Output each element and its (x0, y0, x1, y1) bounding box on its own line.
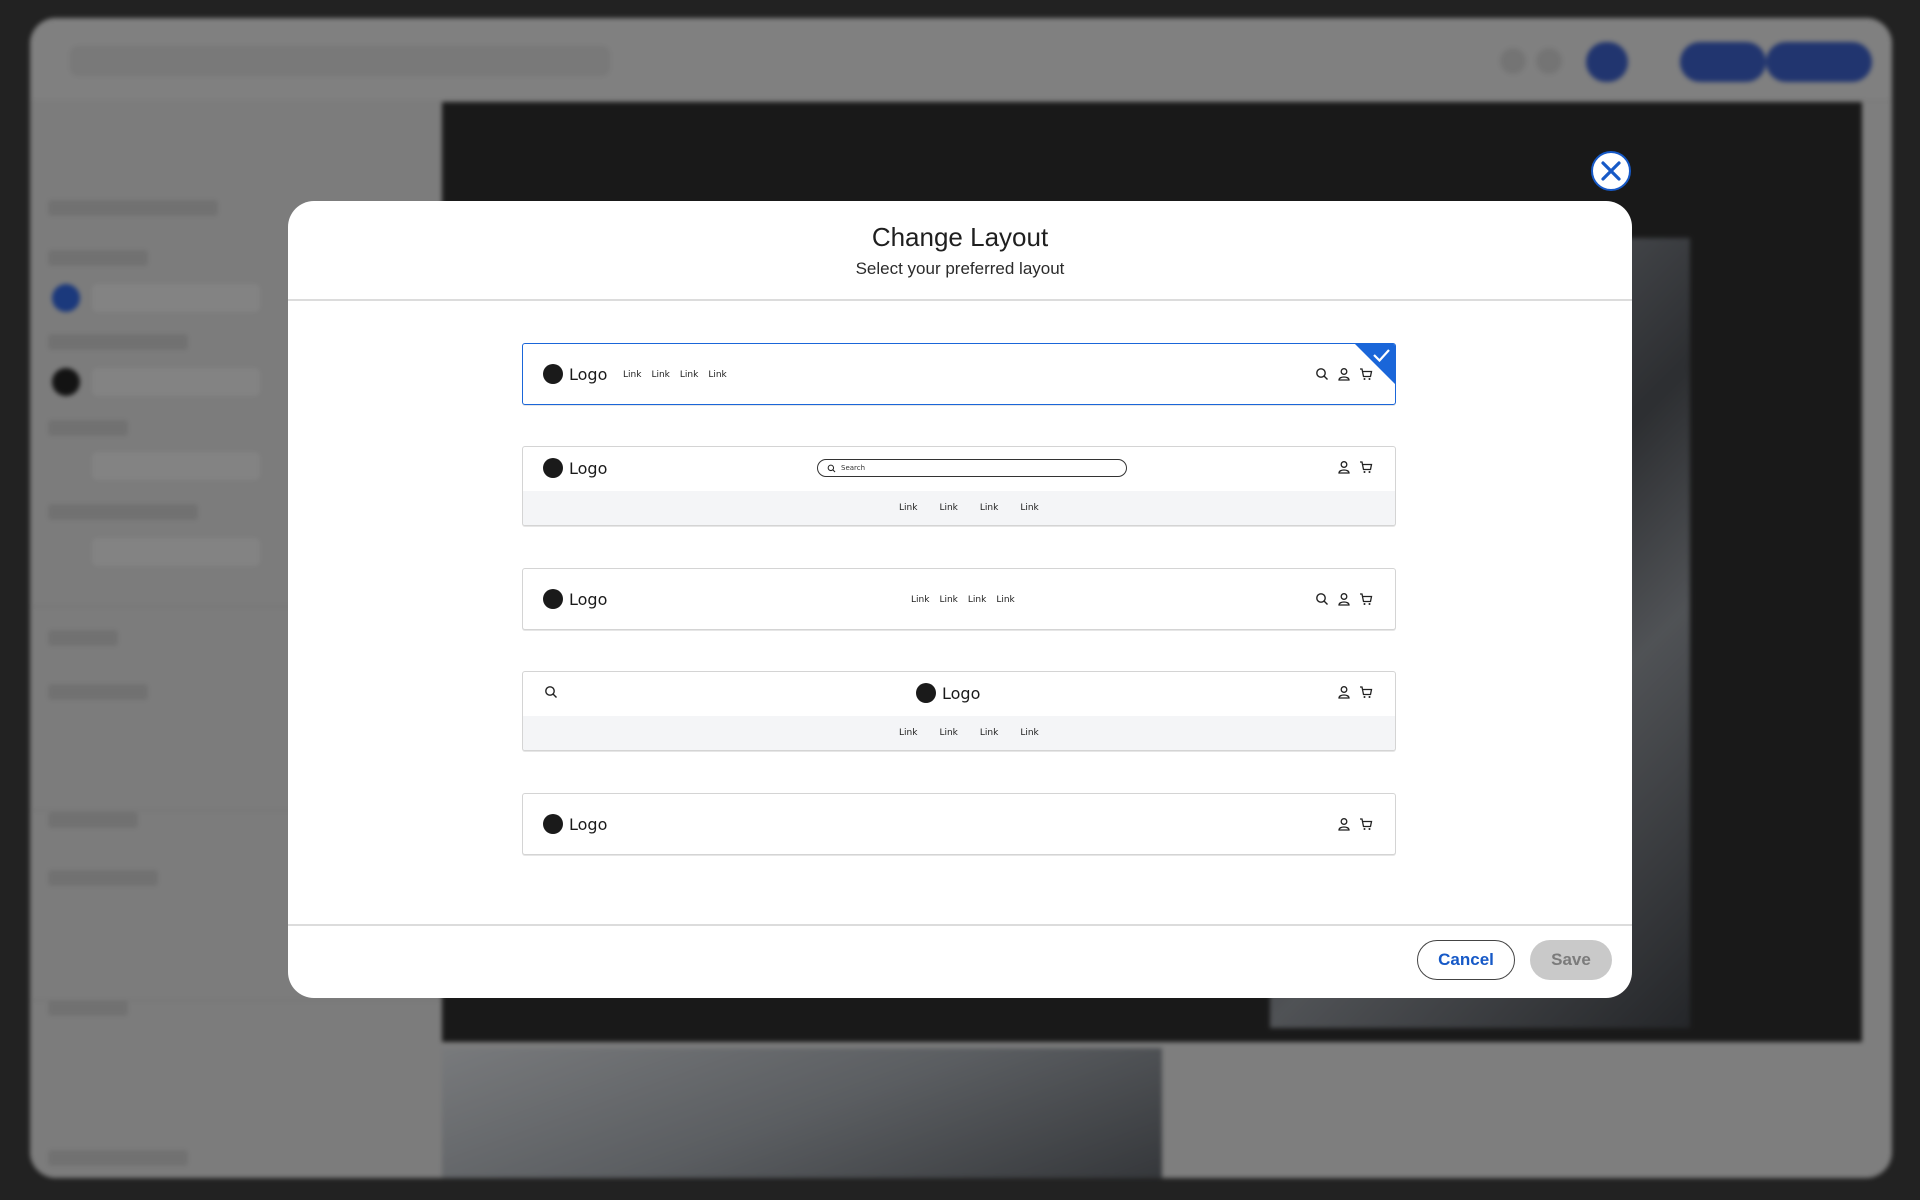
dialog-header: Change Layout Select your preferred layo… (288, 201, 1632, 301)
nav-strip: Link Link Link Link (523, 491, 1395, 525)
logo: Logo (916, 683, 980, 703)
nav-strip: Link Link Link Link (523, 716, 1395, 750)
layout-option-4[interactable]: Logo Link Link Link Link (522, 671, 1396, 751)
nav-link: Link (623, 370, 642, 380)
nav-link: Link (939, 595, 958, 605)
layout-option-2[interactable]: Logo Search Link Link Link Link (522, 446, 1396, 526)
search-placeholder: Search (841, 464, 866, 472)
search-icon (1316, 593, 1328, 605)
nav-link: Link (1020, 503, 1039, 513)
logo-mark-icon (543, 458, 563, 478)
logo-mark-icon (543, 814, 563, 834)
logo-mark-icon (543, 364, 563, 384)
nav-link: Link (708, 370, 727, 380)
cart-icon (1360, 686, 1373, 698)
cancel-button[interactable]: Cancel (1417, 940, 1515, 980)
layout-option-5[interactable]: Logo (522, 793, 1396, 855)
layout-option-1[interactable]: Logo Link Link Link Link (522, 343, 1396, 405)
cart-icon (1360, 818, 1373, 830)
nav-link: Link (939, 503, 958, 513)
logo: Logo (543, 364, 607, 384)
user-icon (1338, 368, 1350, 381)
user-icon (1338, 461, 1350, 474)
logo: Logo (543, 589, 607, 609)
logo-mark-icon (916, 683, 936, 703)
nav-links: Link Link Link Link (899, 728, 1039, 738)
save-button[interactable]: Save (1530, 940, 1612, 980)
user-icon (1338, 818, 1350, 831)
logo-text: Logo (569, 364, 608, 384)
logo: Logo (543, 814, 607, 834)
nav-link: Link (1020, 728, 1039, 738)
logo: Logo (543, 458, 607, 478)
nav-links: Link Link Link Link (899, 503, 1039, 513)
nav-link: Link (651, 370, 670, 380)
dialog-title: Change Layout (871, 222, 1049, 252)
layout-option-3[interactable]: Logo Link Link Link Link (522, 568, 1396, 630)
nav-link: Link (939, 728, 958, 738)
nav-link: Link (996, 595, 1015, 605)
dialog-footer: Cancel Save (288, 924, 1632, 998)
search-icon (545, 686, 557, 698)
search-bar: Search (817, 459, 1127, 477)
close-button[interactable] (1591, 151, 1631, 191)
nav-links: Link Link Link Link (623, 370, 727, 380)
nav-link: Link (911, 595, 930, 605)
cart-icon (1360, 461, 1373, 473)
nav-link: Link (899, 503, 918, 513)
nav-link: Link (899, 728, 918, 738)
dialog-subtitle: Select your preferred layout (855, 259, 1065, 278)
user-icon (1338, 686, 1350, 699)
nav-link: Link (967, 595, 987, 605)
header-icons (1337, 685, 1373, 699)
search-icon (1316, 368, 1328, 380)
change-layout-dialog: Change Layout Select your preferred layo… (288, 201, 1632, 998)
logo-text: Logo (569, 458, 608, 478)
nav-link: Link (979, 503, 999, 513)
cart-icon (1360, 593, 1373, 605)
header-icons (1337, 460, 1373, 474)
logo-text: Logo (569, 814, 608, 834)
selected-check-icon (1355, 344, 1395, 384)
nav-links: Link Link Link Link (911, 595, 1015, 605)
logo-mark-icon (543, 589, 563, 609)
nav-link: Link (979, 728, 999, 738)
search-icon (827, 464, 836, 472)
logo-text: Logo (942, 683, 981, 703)
close-icon (1601, 161, 1621, 181)
user-icon (1338, 593, 1350, 606)
nav-link: Link (679, 370, 699, 380)
logo-text: Logo (569, 589, 608, 609)
header-icons (1337, 817, 1373, 831)
header-icons (1315, 592, 1373, 606)
